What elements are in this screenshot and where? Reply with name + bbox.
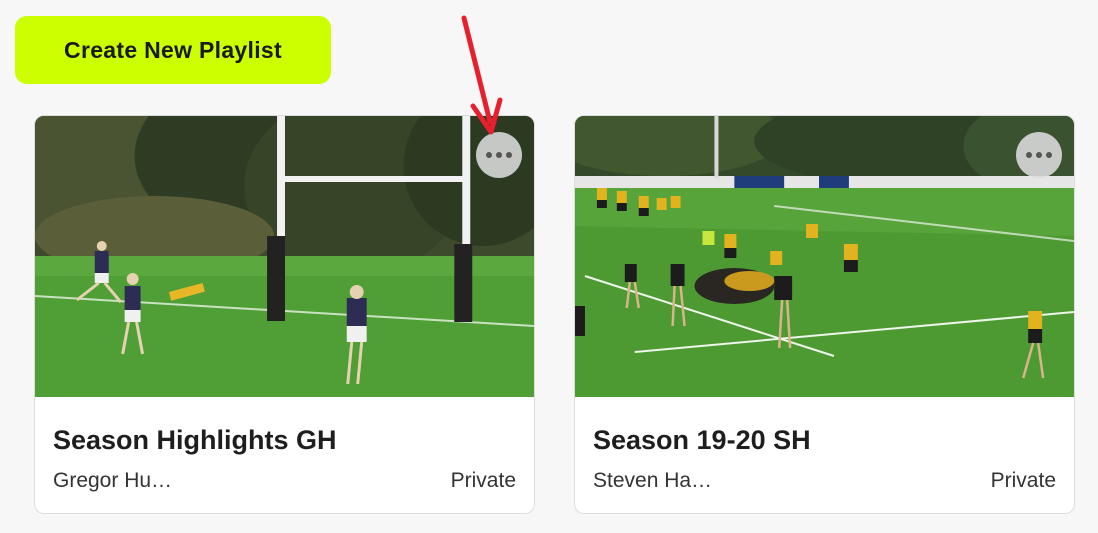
more-options-button[interactable] <box>1016 132 1062 178</box>
rugby-ruck-image <box>575 116 1074 397</box>
playlist-title[interactable]: Season 19-20 SH <box>593 425 811 456</box>
more-options-button[interactable] <box>476 132 522 178</box>
more-dot-icon <box>1036 152 1042 158</box>
playlist-privacy: Private <box>450 469 516 492</box>
playlist-card[interactable]: Season Highlights GH Gregor Hu… Private <box>34 115 535 514</box>
playlist-owner: Steven Ha… <box>593 469 713 492</box>
more-dot-icon <box>496 152 502 158</box>
more-dot-icon <box>506 152 512 158</box>
more-dot-icon <box>1046 152 1052 158</box>
playlists-page: Create New Playlist Season Highlights GH… <box>0 0 1098 533</box>
playlist-card[interactable]: Season 19-20 SH Steven Ha… Private <box>574 115 1075 514</box>
more-dot-icon <box>486 152 492 158</box>
playlist-info: Season 19-20 SH Steven Ha… Private <box>575 397 1074 513</box>
playlist-thumbnail[interactable] <box>575 116 1074 397</box>
playlist-thumbnail[interactable] <box>35 116 534 397</box>
rugby-try-image <box>35 116 534 397</box>
more-dot-icon <box>1026 152 1032 158</box>
playlist-info: Season Highlights GH Gregor Hu… Private <box>35 397 534 513</box>
create-new-playlist-button[interactable]: Create New Playlist <box>15 16 331 84</box>
playlist-title[interactable]: Season Highlights GH <box>53 425 337 456</box>
playlist-privacy: Private <box>990 469 1056 492</box>
playlist-owner: Gregor Hu… <box>53 469 173 492</box>
